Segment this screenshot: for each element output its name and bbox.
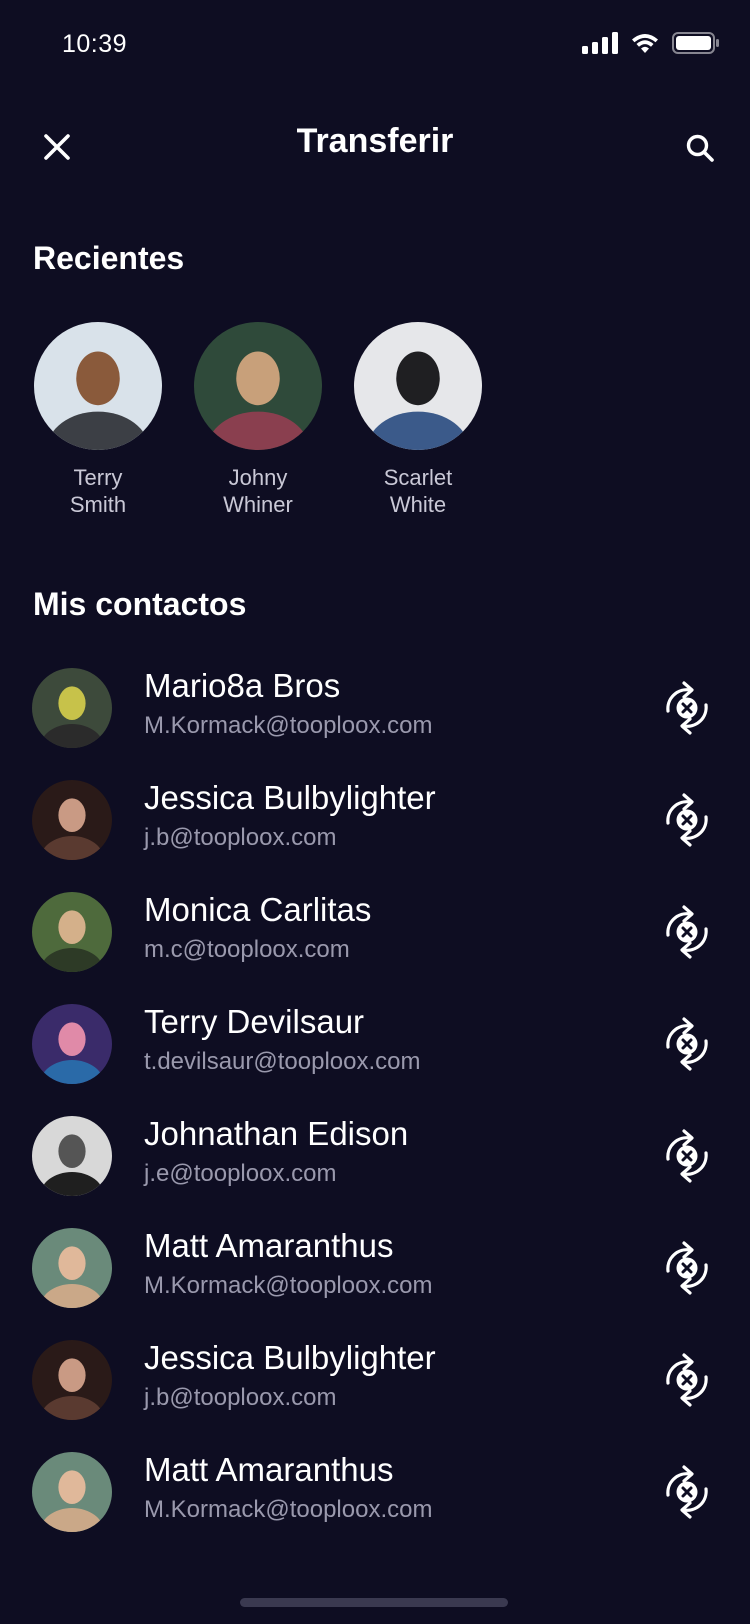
transfer-button[interactable] (658, 1460, 716, 1524)
contact-name: Monica Carlitas (144, 891, 372, 928)
avatar (32, 1452, 112, 1532)
contact-text: Jessica Bulbylighter j.b@tooploox.com (144, 778, 436, 854)
recent-contact[interactable]: Johny Whiner (194, 322, 322, 518)
avatar-photo (34, 322, 162, 450)
avatar-photo (32, 1116, 112, 1196)
recent-contact[interactable]: Scarlet White (354, 322, 482, 518)
contact-email: j.b@tooploox.com (144, 824, 337, 851)
recent-contact[interactable]: Terry Smith (34, 322, 162, 518)
contact-name: Terry Devilsaur (144, 1003, 365, 1040)
transfer-cycle-icon (666, 905, 708, 959)
avatar-photo (32, 1228, 112, 1308)
avatar (354, 322, 482, 450)
search-button[interactable] (680, 128, 720, 168)
battery-icon (672, 32, 719, 54)
signal-icon (582, 32, 618, 54)
transfer-cycle-icon (666, 1353, 708, 1407)
transfer-screen: 10:39 Transferir Recientes Terry Smith J… (0, 0, 750, 1624)
avatar (32, 1228, 112, 1308)
avatar-photo (32, 1340, 112, 1420)
contact-row[interactable]: Matt Amaranthus M.Kormack@tooploox.com (0, 1216, 750, 1328)
contact-email: j.b@tooploox.com (144, 1384, 337, 1411)
transfer-cycle-icon (666, 1241, 708, 1295)
avatar (32, 892, 112, 972)
recent-last-name: Whiner (223, 492, 293, 517)
contact-row[interactable]: Jessica Bulbylighter j.b@tooploox.com (0, 768, 750, 880)
recent-contact-name: Terry Smith (23, 464, 173, 518)
contact-row[interactable]: Jessica Bulbylighter j.b@tooploox.com (0, 1328, 750, 1440)
contact-email: j.e@tooploox.com (144, 1160, 337, 1187)
page-title: Transferir (296, 122, 454, 160)
avatar-photo (32, 780, 112, 860)
recent-last-name: White (389, 492, 447, 517)
contact-name: Jessica Bulbylighter (144, 1339, 436, 1376)
contact-text: Monica Carlitas m.c@tooploox.com (144, 890, 371, 966)
avatar (34, 322, 162, 450)
contact-name: Matt Amaranthus (144, 1451, 394, 1488)
transfer-button[interactable] (658, 1236, 716, 1300)
avatar (32, 1116, 112, 1196)
transfer-cycle-icon (666, 1129, 708, 1183)
avatar-photo (354, 322, 482, 450)
recent-contact-name: Johny Whiner (183, 464, 333, 518)
contacts-title: Mis contactos (33, 586, 247, 622)
recents-title: Recientes (33, 240, 185, 276)
avatar-photo (32, 668, 112, 748)
recents-list: Terry Smith Johny Whiner Scarlet White (34, 322, 482, 518)
transfer-button[interactable] (658, 788, 716, 852)
contact-name: Johnathan Edison (144, 1115, 409, 1152)
contact-text: Terry Devilsaur t.devilsaur@tooploox.com (144, 1002, 421, 1078)
transfer-button[interactable] (658, 1348, 716, 1412)
wifi-icon (632, 34, 658, 53)
transfer-cycle-icon (666, 681, 708, 735)
avatar (32, 668, 112, 748)
contact-row[interactable]: Terry Devilsaur t.devilsaur@tooploox.com (0, 992, 750, 1104)
status-icons (582, 32, 720, 54)
transfer-button[interactable] (658, 1012, 716, 1076)
contact-text: Jessica Bulbylighter j.b@tooploox.com (144, 1338, 436, 1414)
contact-email: M.Kormack@tooploox.com (144, 712, 433, 739)
transfer-button[interactable] (658, 900, 716, 964)
avatar-photo (32, 892, 112, 972)
contacts-list: Mario8a Bros M.Kormack@tooploox.com Jessic… (0, 656, 750, 1552)
recent-last-name: Smith (69, 492, 127, 517)
contact-text: Matt Amaranthus M.Kormack@tooploox.com (144, 1226, 432, 1302)
contact-text: Matt Amaranthus M.Kormack@tooploox.com (144, 1450, 432, 1526)
avatar-photo (32, 1004, 112, 1084)
transfer-button[interactable] (658, 676, 716, 740)
contact-row[interactable]: Monica Carlitas m.c@tooploox.com (0, 880, 750, 992)
contact-email: m.c@tooploox.com (144, 936, 350, 963)
transfer-cycle-icon (666, 1465, 708, 1519)
avatar-photo (32, 1452, 112, 1532)
contact-name: Mario8a Bros (144, 667, 341, 704)
avatar (32, 1340, 112, 1420)
contact-row[interactable]: Johnathan Edison j.e@tooploox.com (0, 1104, 750, 1216)
recent-first-name: Scarlet (383, 465, 453, 490)
recent-first-name: Johny (228, 465, 288, 490)
transfer-button[interactable] (658, 1124, 716, 1188)
contact-email: M.Kormack@tooploox.com (144, 1272, 433, 1299)
search-icon (686, 134, 714, 162)
status-time: 10:39 (62, 30, 128, 58)
status-bar: 10:39 (0, 0, 750, 96)
avatar-photo (194, 322, 322, 450)
contact-email: M.Kormack@tooploox.com (144, 1496, 433, 1523)
contact-text: Mario8a Bros M.Kormack@tooploox.com (144, 666, 432, 742)
transfer-cycle-icon (666, 1017, 708, 1071)
avatar (32, 1004, 112, 1084)
contact-row[interactable]: Matt Amaranthus M.Kormack@tooploox.com (0, 1440, 750, 1552)
nav-bar: Transferir (0, 110, 750, 170)
recent-first-name: Terry (73, 465, 123, 490)
contact-row[interactable]: Mario8a Bros M.Kormack@tooploox.com (0, 656, 750, 768)
contact-email: t.devilsaur@tooploox.com (144, 1048, 421, 1075)
recent-contact-name: Scarlet White (343, 464, 493, 518)
home-indicator (240, 1598, 508, 1607)
contact-name: Jessica Bulbylighter (144, 779, 436, 816)
transfer-cycle-icon (666, 793, 708, 847)
contact-name: Matt Amaranthus (144, 1227, 394, 1264)
avatar (194, 322, 322, 450)
contact-text: Johnathan Edison j.e@tooploox.com (144, 1114, 408, 1190)
avatar (32, 780, 112, 860)
